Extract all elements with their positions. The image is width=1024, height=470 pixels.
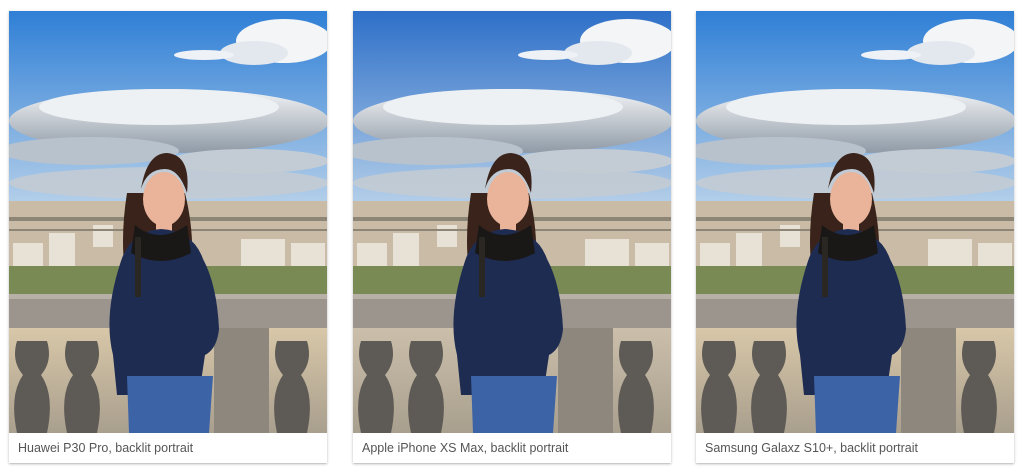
caption-iphone: Apple iPhone XS Max, backlit portrait xyxy=(362,441,569,455)
photo-card-huawei[interactable]: Huawei P30 Pro, backlit portrait xyxy=(9,11,327,463)
photo-card-samsung[interactable]: Samsung Galaxz S10+, backlit portrait xyxy=(696,11,1014,463)
photo-huawei[interactable] xyxy=(9,11,327,433)
photo-iphone[interactable] xyxy=(353,11,671,433)
photo-card-iphone[interactable]: Apple iPhone XS Max, backlit portrait xyxy=(353,11,671,463)
caption-huawei: Huawei P30 Pro, backlit portrait xyxy=(18,441,194,455)
photo-samsung[interactable] xyxy=(696,11,1014,433)
caption-samsung: Samsung Galaxz S10+, backlit portrait xyxy=(705,441,918,455)
